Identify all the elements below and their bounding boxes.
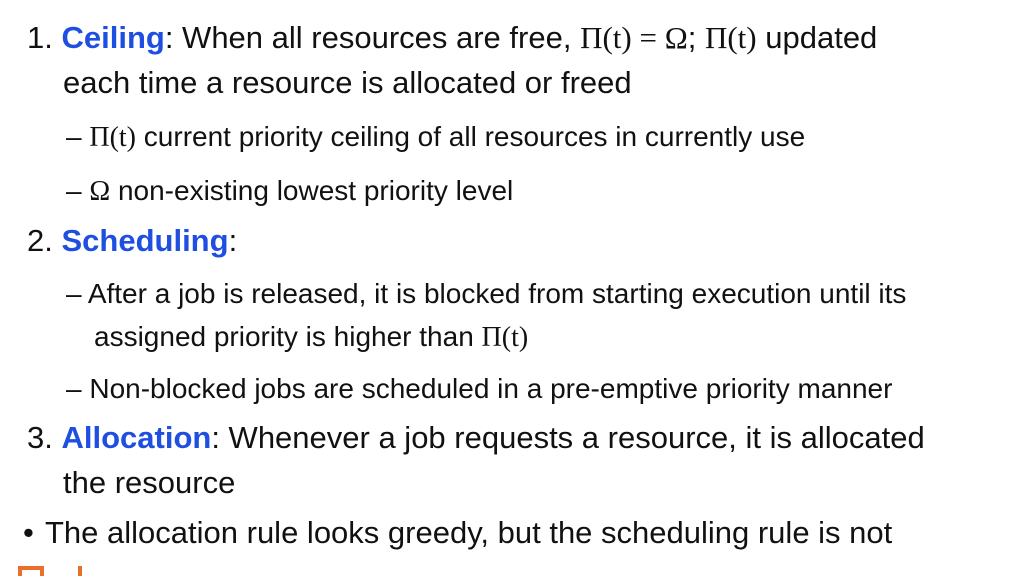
item-1-keyword: Ceiling (61, 20, 165, 55)
dash-marker: – (66, 278, 82, 309)
item-1-separator: ; (687, 20, 705, 55)
sub-1-math: Π(t) (89, 122, 137, 153)
item-1-sub-1: – Π(t) current priority ceiling of all r… (66, 121, 805, 154)
item-3-keyword: Allocation (61, 420, 212, 455)
item-2-sub-1-cont: assigned priority is higher than Π(t) (94, 321, 528, 354)
footer-bullet-line: • The allocation rule looks greedy, but t… (23, 515, 892, 551)
item-1-math-b: Π(t) (704, 20, 757, 55)
item-3-line-1: 3. Allocation: Whenever a job requests a… (27, 420, 925, 456)
item-2-line-1: 2. Scheduling: (27, 223, 237, 259)
item-3-number: 3. (27, 420, 53, 455)
item-3-line-2: the resource (63, 465, 236, 500)
item-2-sub-2: – Non-blocked jobs are scheduled in a pr… (66, 373, 892, 405)
sub-3-cont-math: Π(t) (481, 322, 529, 353)
dash-marker: – (66, 121, 82, 152)
item-2-sub-1: – After a job is released, it is blocked… (66, 278, 906, 310)
item-2-keyword: Scheduling (61, 223, 229, 258)
sub-2-math: Ω (89, 176, 111, 207)
item-2-text: : (228, 223, 238, 258)
sub-3-text: After a job is released, it is blocked f… (87, 278, 907, 309)
item-1-line-2: each time a resource is allocated or fre… (63, 65, 632, 100)
bullet-marker: • (23, 515, 34, 550)
item-1-math-a: Π(t) = Ω (580, 20, 688, 55)
sub-2-text: non-existing lowest priority level (110, 175, 514, 206)
footer-bullet-text: The allocation rule looks greedy, but th… (45, 515, 893, 550)
item-2-number: 2. (27, 223, 53, 258)
item-1-tail: updated (756, 20, 878, 55)
item-1-number: 1. (27, 20, 53, 55)
sub-4-text: Non-blocked jobs are scheduled in a pre-… (89, 373, 893, 404)
item-1-text: : When all resources are free, (164, 20, 581, 55)
dash-marker: – (66, 175, 82, 206)
logo-icon (18, 566, 82, 576)
sub-3-cont-text: assigned priority is higher than (94, 321, 482, 352)
item-1-sub-2: – Ω non-existing lowest priority level (66, 175, 513, 208)
dash-marker: – (66, 373, 82, 404)
item-1-line-1: 1. Ceiling: When all resources are free,… (27, 20, 877, 56)
sub-1-text: current priority ceiling of all resource… (136, 121, 806, 152)
item-3-text: : Whenever a job requests a resource, it… (211, 420, 925, 455)
